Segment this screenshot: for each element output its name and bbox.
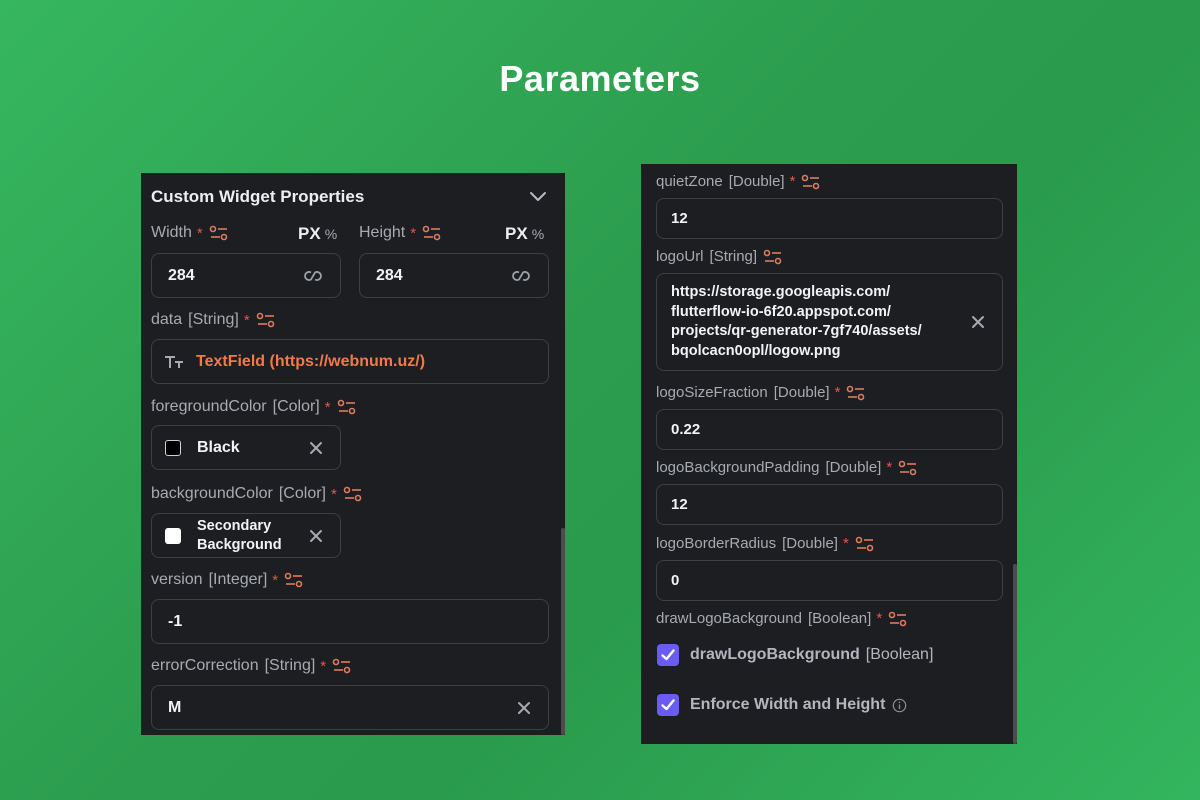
info-icon[interactable] (892, 698, 907, 713)
width-label: Width * (151, 224, 229, 242)
scrollbar[interactable] (559, 173, 565, 735)
logo-url-label: logoUrl [String] (656, 248, 783, 265)
close-icon[interactable] (308, 528, 324, 544)
logo-size-fraction-input[interactable]: 0.22 (656, 409, 1003, 450)
background-color-picker[interactable]: Secondary Background (151, 513, 341, 558)
height-input[interactable]: 284 (359, 253, 549, 298)
draw-logo-background-checkbox-label: drawLogoBackground [Boolean] (690, 646, 934, 663)
tune-icon[interactable] (332, 658, 352, 674)
tune-icon[interactable] (422, 225, 442, 241)
error-correction-input[interactable]: M (151, 685, 549, 730)
data-label: data [String] * (151, 311, 276, 329)
color-swatch (165, 527, 181, 544)
color-swatch (165, 439, 181, 456)
height-unit-toggle[interactable]: PX% (505, 224, 544, 244)
width-unit-toggle[interactable]: PX% (298, 224, 337, 244)
logo-url-value: https://storage.googleapis.com/ flutterf… (671, 284, 922, 359)
version-label: version [Integer] * (151, 571, 304, 589)
scrollbar[interactable] (1011, 164, 1017, 744)
data-input[interactable]: TextField (https://webnum.uz/) (151, 339, 549, 384)
logo-size-fraction-label: logoSizeFraction [Double] * (656, 384, 866, 401)
close-icon[interactable] (970, 314, 986, 330)
tune-icon[interactable] (343, 486, 363, 502)
logo-border-radius-label: logoBorderRadius [Double] * (656, 535, 875, 552)
scrollbar-thumb[interactable] (1013, 564, 1017, 744)
foreground-color-picker[interactable]: Black (151, 425, 341, 470)
tune-icon[interactable] (855, 536, 875, 552)
page-title: Parameters (499, 58, 701, 99)
error-correction-label: errorCorrection [String] * (151, 657, 352, 675)
close-icon[interactable] (308, 440, 324, 456)
logo-border-radius-input[interactable]: 0 (656, 560, 1003, 601)
logo-background-padding-label: logoBackgroundPadding [Double] * (656, 459, 918, 476)
draw-logo-background-checkbox-row[interactable]: drawLogoBackground [Boolean] (657, 644, 933, 666)
height-label: Height * (359, 224, 442, 242)
quiet-zone-label: quietZone [Double] * (656, 173, 821, 190)
tune-icon[interactable] (763, 249, 783, 265)
tune-icon[interactable] (256, 312, 276, 328)
parameters-panel-continued: quietZone [Double] * 12 logoUrl [String]… (641, 164, 1017, 744)
logo-url-input[interactable]: https://storage.googleapis.com/ flutterf… (656, 273, 1003, 371)
text-type-icon (165, 355, 183, 368)
enforce-width-height-row[interactable]: Enforce Width and Height (657, 694, 907, 716)
section-title: Custom Widget Properties (151, 187, 365, 206)
tune-icon[interactable] (888, 611, 908, 627)
quiet-zone-input[interactable]: 12 (656, 198, 1003, 239)
tune-icon[interactable] (846, 385, 866, 401)
custom-widget-properties-panel: Custom Widget Properties Width * PX% 284… (141, 173, 565, 735)
chevron-down-icon[interactable] (529, 189, 547, 203)
tune-icon[interactable] (898, 460, 918, 476)
close-icon[interactable] (516, 700, 532, 716)
enforce-width-height-label: Enforce Width and Height (690, 696, 886, 713)
data-value: TextField (https://webnum.uz/) (196, 352, 426, 370)
checkbox-checked-icon[interactable] (657, 694, 679, 716)
link-icon[interactable] (510, 269, 532, 283)
width-input[interactable]: 284 (151, 253, 341, 298)
background-color-label: backgroundColor [Color] * (151, 485, 363, 503)
tune-icon[interactable] (801, 174, 821, 190)
tune-icon[interactable] (284, 572, 304, 588)
foreground-color-label: foregroundColor [Color] * (151, 398, 357, 416)
scrollbar-thumb[interactable] (561, 528, 565, 735)
logo-background-padding-input[interactable]: 12 (656, 484, 1003, 525)
checkbox-checked-icon[interactable] (657, 644, 679, 666)
tune-icon[interactable] (209, 225, 229, 241)
version-input[interactable]: -1 (151, 599, 549, 644)
tune-icon[interactable] (337, 399, 357, 415)
draw-logo-background-label: drawLogoBackground [Boolean] * (656, 610, 908, 627)
link-icon[interactable] (302, 269, 324, 283)
